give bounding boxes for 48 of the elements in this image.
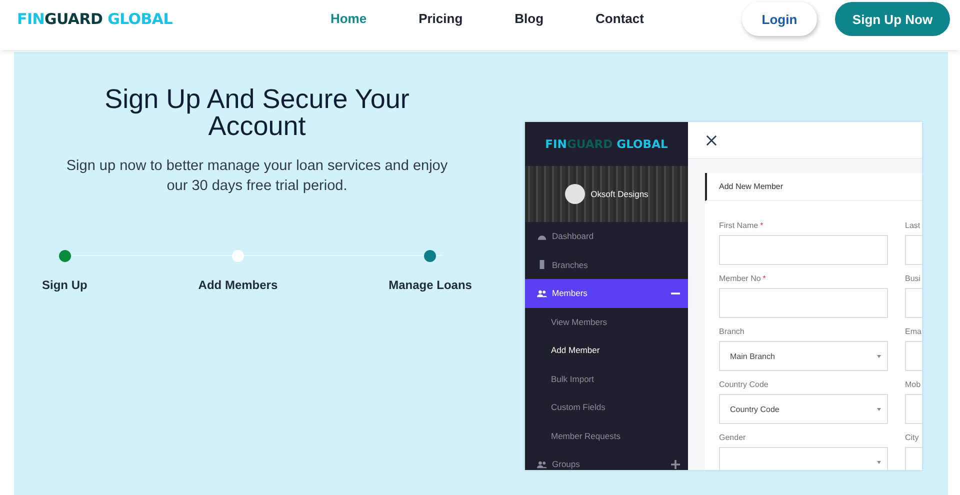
submenu-item[interactable]: Member Requests <box>525 422 688 450</box>
caret-icon <box>877 461 881 466</box>
field-label: Country Code <box>719 380 770 389</box>
nav-link[interactable]: Pricing <box>418 11 463 26</box>
nav-link[interactable]: Contact <box>596 11 644 26</box>
field-label: Mob <box>905 380 922 389</box>
caret-icon <box>877 355 881 360</box>
users-icon <box>537 460 547 469</box>
select-field[interactable]: Main Branch <box>719 341 888 371</box>
input-field[interactable] <box>719 288 888 318</box>
close-icon[interactable] <box>706 134 717 146</box>
hero-subtitle: Sign up now to better manage your loan services and enjoy our 30 days free trial period. <box>65 157 449 196</box>
field-label: First Name * <box>719 221 764 230</box>
expand-icon <box>671 460 680 469</box>
nav-link[interactable]: Blog <box>514 11 544 26</box>
login-button[interactable]: Login <box>742 2 817 36</box>
step-label: Sign Up <box>42 278 88 292</box>
field-label: Branch <box>719 327 746 336</box>
user-name: Oksoft Designs <box>590 189 648 199</box>
submenu-item[interactable]: Custom Fields <box>525 393 688 422</box>
menu-item[interactable]: Groups <box>525 450 688 470</box>
building-icon <box>537 260 547 270</box>
field-label: City <box>905 433 920 442</box>
field-label: Member No * <box>719 274 767 283</box>
step-label: Manage Loans <box>388 278 472 292</box>
caret-icon <box>877 408 881 413</box>
select-field[interactable] <box>719 447 888 470</box>
sign-up-button[interactable]: Sign Up Now <box>835 2 950 36</box>
menu-item[interactable]: Dashboard <box>525 222 688 250</box>
users-icon <box>537 288 547 298</box>
submenu-item[interactable]: Bulk Import <box>525 364 688 393</box>
avatar <box>564 184 585 204</box>
field-label: Ema <box>905 327 922 336</box>
menu-item[interactable]: Members <box>525 279 688 308</box>
submenu-item[interactable]: Add Member <box>525 336 688 364</box>
panel-title: Add New Member <box>705 173 922 201</box>
menu-item[interactable]: Branches <box>525 250 688 279</box>
logo[interactable]: FINGUARD GLOBAL <box>17 10 172 28</box>
hero-title: Sign Up And Secure Your Account <box>104 86 410 140</box>
field-label: Busi <box>905 274 922 283</box>
field-label: Gender <box>719 433 747 442</box>
submenu-item[interactable]: View Members <box>525 308 688 336</box>
step-label: Add Members <box>198 278 278 292</box>
app-logo: FINGUARD GLOBAL <box>544 136 669 153</box>
field-label: Last <box>905 221 922 230</box>
select-field[interactable]: Country Code <box>719 394 888 424</box>
input-field[interactable] <box>719 235 888 265</box>
nav-link[interactable]: Home <box>330 11 367 26</box>
